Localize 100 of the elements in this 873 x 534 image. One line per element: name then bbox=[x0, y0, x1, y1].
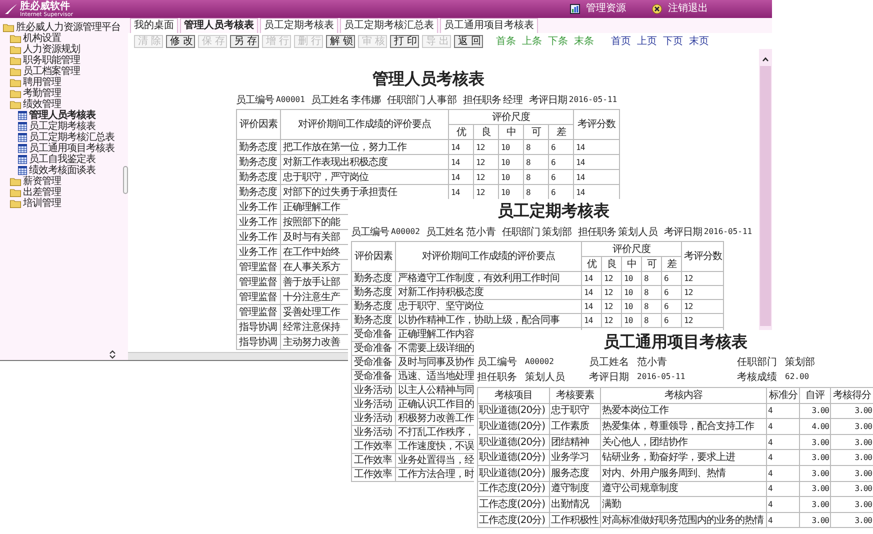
sidebar-item[interactable]: 员工定期考核汇总表 bbox=[0, 132, 122, 143]
sidebar-item[interactable]: 管理人员考核表 bbox=[0, 110, 122, 121]
table-cell: 12 bbox=[474, 154, 498, 170]
sidebar-item[interactable]: 员工定期考核表 bbox=[0, 121, 122, 132]
field-value: 2016-05-11 bbox=[568, 95, 618, 104]
table-cell: 热爱本岗位工作 bbox=[600, 403, 766, 419]
table-cell: 业务活动 bbox=[352, 398, 396, 412]
table-cell: 14 bbox=[574, 154, 620, 170]
page-nav-link[interactable]: 末页 bbox=[689, 34, 709, 48]
table-cell: 4.00 bbox=[800, 418, 830, 434]
table-cell: 勤务态度 bbox=[236, 140, 280, 154]
sidebar-item[interactable]: 胜必威人力资源管理平台 bbox=[0, 22, 122, 33]
toolbar-button[interactable]: 解锁 bbox=[326, 34, 355, 48]
table-cell: 3.00 bbox=[800, 481, 830, 497]
table-cell: 出勤情况 bbox=[550, 496, 600, 512]
column-header: 良 bbox=[474, 124, 498, 140]
sidebar-item[interactable]: 职务职能管理 bbox=[0, 55, 122, 66]
table-cell: 8 bbox=[642, 314, 662, 328]
record-nav-link[interactable]: 上条 bbox=[522, 34, 542, 48]
folder-icon bbox=[10, 46, 21, 54]
tab[interactable]: 员工定期考核汇总表 bbox=[340, 18, 438, 33]
table-cell: 8 bbox=[642, 300, 662, 314]
field-value: 李伟娜 bbox=[350, 94, 381, 106]
field-label: 考评日期 bbox=[528, 94, 567, 106]
field-label: 考评日期 bbox=[664, 226, 702, 238]
table-cell: 勤务态度 bbox=[236, 154, 280, 170]
toolbar-button[interactable]: 另存 bbox=[230, 34, 259, 48]
field-label: 员工姓名 bbox=[310, 94, 349, 106]
toolbar-button[interactable]: 打印 bbox=[390, 34, 419, 48]
field-value: 2016-05-11 bbox=[637, 372, 686, 381]
sidebar-item[interactable]: 员工自我鉴定表 bbox=[0, 154, 122, 165]
horizontal-scrollbar[interactable] bbox=[128, 352, 348, 360]
table-cell: 把工作放在第一位，努力工作 bbox=[280, 140, 448, 154]
table-cell: 10 bbox=[498, 154, 524, 170]
table-cell: 管理监督 bbox=[236, 260, 280, 274]
toolbar-button[interactable]: 修改 bbox=[166, 34, 195, 48]
table-cell: 业务活动 bbox=[352, 426, 396, 440]
table-cell: 14 bbox=[582, 272, 602, 286]
table-cell: 职业道德(20分) bbox=[478, 465, 550, 482]
splitter-handle[interactable] bbox=[122, 166, 128, 194]
sidebar-item[interactable]: 培训管理 bbox=[0, 198, 122, 209]
table-cell: 12 bbox=[602, 314, 622, 328]
column-header: 可 bbox=[524, 124, 548, 140]
folder-icon bbox=[10, 78, 21, 86]
table-cell: 管理监督 bbox=[236, 290, 280, 304]
field-label: 考评日期 bbox=[589, 370, 629, 384]
tab[interactable]: 管理人员考核表 bbox=[180, 18, 258, 33]
scroll-arrows-icon[interactable] bbox=[109, 350, 116, 359]
toolbar-button[interactable]: 返回 bbox=[454, 34, 483, 48]
record-nav-link[interactable]: 下条 bbox=[548, 34, 568, 48]
column-header: 差 bbox=[662, 256, 682, 272]
tab[interactable]: 员工通用项目考核表 bbox=[440, 18, 538, 33]
column-header: 考核得分 bbox=[830, 388, 873, 404]
chevron-up-icon[interactable] bbox=[762, 57, 769, 62]
table-cell: 钻研业务，勤奋好学，要求上进 bbox=[600, 450, 766, 466]
column-header: 差 bbox=[548, 124, 574, 140]
table-cell: 受命准备 bbox=[352, 342, 396, 356]
folder-icon bbox=[10, 200, 21, 208]
page-nav-link[interactable]: 首页 bbox=[611, 34, 631, 48]
sidebar-item[interactable]: 考勤管理 bbox=[0, 88, 122, 99]
sidebar-item[interactable]: 薪资管理 bbox=[0, 176, 122, 187]
table-cell: 对新工作表现出积极态度 bbox=[280, 154, 448, 170]
table-cell: 忠于职守，严守岗位 bbox=[280, 170, 448, 184]
table-cell: 指导协调 bbox=[236, 320, 280, 334]
record-nav-link[interactable]: 首条 bbox=[496, 34, 516, 48]
table-cell: 4 bbox=[766, 465, 800, 482]
scrollbar-thumb[interactable] bbox=[760, 66, 771, 326]
sidebar-item[interactable]: 出差管理 bbox=[0, 187, 122, 198]
sidebar-item[interactable]: 机构设置 bbox=[0, 33, 122, 44]
table-cell: 4 bbox=[766, 450, 800, 466]
table-cell: 对高标准做好职务范围内的业务的热情 bbox=[600, 512, 766, 528]
table-cell: 4 bbox=[766, 496, 800, 512]
sidebar-item[interactable]: 绩效管理 bbox=[0, 99, 122, 110]
table-cell: 12 bbox=[602, 300, 622, 314]
field-value: 策划部 bbox=[785, 356, 815, 368]
grid-icon bbox=[18, 166, 27, 175]
page-nav-link[interactable]: 下页 bbox=[663, 34, 683, 48]
sidebar-item[interactable]: 人力资源规划 bbox=[0, 44, 122, 55]
table-cell: 8 bbox=[524, 170, 548, 184]
field-value: A00001 bbox=[276, 95, 305, 104]
column-header: 中 bbox=[622, 256, 642, 272]
table-cell: 10 bbox=[622, 286, 642, 300]
table-cell: 12 bbox=[682, 286, 724, 300]
sidebar-item[interactable]: 聘用管理 bbox=[0, 77, 122, 88]
sidebar-item[interactable]: 员工档案管理 bbox=[0, 66, 122, 77]
table-cell: 勤务态度 bbox=[236, 170, 280, 184]
sidebar-item[interactable]: 绩效考核面谈表 bbox=[0, 165, 122, 176]
page-nav-link[interactable]: 上页 bbox=[637, 34, 657, 48]
sidebar-item[interactable]: 员工通用项目考核表 bbox=[0, 143, 122, 154]
column-header: 考评分数 bbox=[682, 242, 724, 272]
tab[interactable]: 我的桌面 bbox=[130, 18, 178, 33]
table-cell: 业务学习 bbox=[550, 450, 600, 466]
record-nav-link[interactable]: 末条 bbox=[574, 34, 594, 48]
header-link[interactable]: 管理资源 bbox=[570, 3, 626, 15]
field-value: 2016-05-11 bbox=[704, 227, 752, 236]
header-link[interactable]: 注销退出 bbox=[652, 3, 708, 15]
table-cell: 10 bbox=[622, 314, 642, 328]
table-cell: 6 bbox=[662, 286, 682, 300]
table-cell: 10 bbox=[622, 300, 642, 314]
tab[interactable]: 员工定期考核表 bbox=[260, 18, 338, 33]
